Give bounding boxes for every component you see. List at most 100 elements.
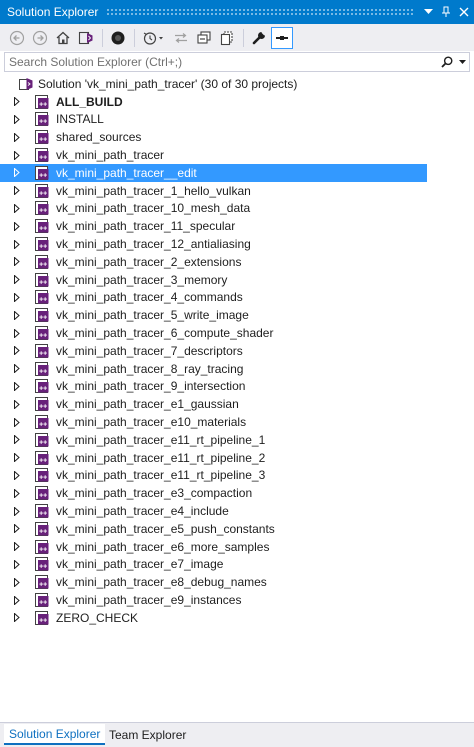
expand-arrow-icon[interactable] bbox=[12, 380, 22, 392]
properties-button[interactable] bbox=[248, 27, 270, 49]
project-node[interactable]: ++ vk_mini_path_tracer_e6_more_samples bbox=[0, 538, 474, 556]
project-node[interactable]: ++ vk_mini_path_tracer_e5_push_constants bbox=[0, 520, 474, 538]
home-button[interactable] bbox=[52, 27, 74, 49]
cpp-project-icon: ++ bbox=[34, 503, 50, 519]
project-node[interactable]: ++ vk_mini_path_tracer_e3_compaction bbox=[0, 484, 474, 502]
project-node[interactable]: ++ INSTALL bbox=[0, 111, 474, 129]
expand-arrow-icon[interactable] bbox=[12, 202, 22, 214]
expand-arrow-icon[interactable] bbox=[12, 291, 22, 303]
cpp-project-icon: ++ bbox=[34, 610, 50, 626]
project-node[interactable]: ++ vk_mini_path_tracer_e11_rt_pipeline_2 bbox=[0, 449, 474, 467]
expand-arrow-icon[interactable] bbox=[12, 256, 22, 268]
project-node[interactable]: ++ vk_mini_path_tracer_7_descriptors bbox=[0, 342, 474, 360]
expand-arrow-icon[interactable] bbox=[12, 113, 22, 125]
expand-arrow-icon[interactable] bbox=[12, 363, 22, 375]
preview-selected-button[interactable] bbox=[271, 26, 293, 49]
expand-arrow-icon[interactable] bbox=[12, 505, 22, 517]
back-button[interactable] bbox=[6, 27, 28, 49]
forward-button[interactable] bbox=[29, 27, 51, 49]
expand-arrow-icon[interactable] bbox=[12, 541, 22, 553]
show-all-files-button[interactable] bbox=[216, 27, 238, 49]
project-label: vk_mini_path_tracer_e5_push_constants bbox=[56, 521, 275, 536]
expand-arrow-icon[interactable] bbox=[12, 345, 22, 357]
project-list: ++ ALL_BUILD ++ INSTALL ++ shared_sources ++ vk… bbox=[0, 93, 474, 627]
expand-arrow-icon[interactable] bbox=[12, 167, 22, 179]
solution-icon bbox=[18, 76, 34, 92]
pin-button[interactable] bbox=[438, 4, 454, 20]
project-node[interactable]: ++ vk_mini_path_tracer_e4_include bbox=[0, 502, 474, 520]
sync-button[interactable] bbox=[170, 27, 192, 49]
expand-arrow-icon[interactable] bbox=[12, 469, 22, 481]
project-label: vk_mini_path_tracer bbox=[56, 148, 165, 163]
svg-text:++: ++ bbox=[39, 457, 47, 464]
project-node[interactable]: ++ vk_mini_path_tracer_e7_image bbox=[0, 556, 474, 574]
search-icon[interactable] bbox=[439, 53, 455, 71]
project-node[interactable]: ++ vk_mini_path_tracer bbox=[0, 146, 474, 164]
expand-arrow-icon[interactable] bbox=[12, 238, 22, 250]
expand-arrow-icon[interactable] bbox=[12, 131, 22, 143]
expand-arrow-icon[interactable] bbox=[12, 185, 22, 197]
expand-arrow-icon[interactable] bbox=[12, 149, 22, 161]
project-node[interactable]: ++ vk_mini_path_tracer_1_hello_vulkan bbox=[0, 182, 474, 200]
expand-arrow-icon[interactable] bbox=[12, 487, 22, 499]
svg-text:++: ++ bbox=[39, 511, 47, 518]
collapse-all-button[interactable] bbox=[193, 27, 215, 49]
cpp-project-icon: ++ bbox=[34, 111, 50, 127]
expand-arrow-icon[interactable] bbox=[12, 309, 22, 321]
tab-team-explorer[interactable]: Team Explorer bbox=[104, 724, 191, 745]
expand-arrow-icon[interactable] bbox=[12, 452, 22, 464]
expand-arrow-icon[interactable] bbox=[12, 576, 22, 588]
expand-arrow-icon[interactable] bbox=[12, 594, 22, 606]
project-node[interactable]: ++ vk_mini_path_tracer_e1_gaussian bbox=[0, 395, 474, 413]
project-node[interactable]: ++ vk_mini_path_tracer__edit bbox=[0, 163, 427, 182]
project-node[interactable]: ++ vk_mini_path_tracer_3_memory bbox=[0, 271, 474, 289]
pending-changes-filter-button[interactable] bbox=[107, 27, 129, 49]
project-label: vk_mini_path_tracer_e11_rt_pipeline_3 bbox=[56, 468, 266, 483]
project-node[interactable]: ++ vk_mini_path_tracer_8_ray_tracing bbox=[0, 360, 474, 378]
project-node[interactable]: ++ ALL_BUILD bbox=[0, 93, 474, 111]
switch-views-button[interactable] bbox=[75, 27, 97, 49]
project-node[interactable]: ++ vk_mini_path_tracer_e10_materials bbox=[0, 413, 474, 431]
history-button[interactable] bbox=[139, 27, 169, 49]
project-node[interactable]: ++ shared_sources bbox=[0, 128, 474, 146]
project-node[interactable]: ++ vk_mini_path_tracer_9_intersection bbox=[0, 378, 474, 396]
expand-arrow-icon[interactable] bbox=[12, 523, 22, 535]
cpp-project-icon: ++ bbox=[34, 325, 50, 341]
expand-arrow-icon[interactable] bbox=[12, 274, 22, 286]
expand-arrow-icon[interactable] bbox=[12, 434, 22, 446]
svg-text:++: ++ bbox=[39, 493, 47, 500]
tab-solution-explorer[interactable]: Solution Explorer bbox=[4, 724, 106, 745]
project-node[interactable]: ++ vk_mini_path_tracer_e8_debug_names bbox=[0, 573, 474, 591]
project-node[interactable]: ++ vk_mini_path_tracer_12_antialiasing bbox=[0, 235, 474, 253]
search-input[interactable] bbox=[5, 53, 439, 71]
expand-arrow-icon[interactable] bbox=[12, 558, 22, 570]
solution-tree: Solution 'vk_mini_path_tracer' (30 of 30… bbox=[0, 75, 474, 627]
expand-arrow-icon[interactable] bbox=[12, 398, 22, 410]
expand-arrow-icon[interactable] bbox=[12, 612, 22, 624]
expand-arrow-icon[interactable] bbox=[12, 96, 22, 108]
project-node[interactable]: ++ vk_mini_path_tracer_10_mesh_data bbox=[0, 200, 474, 218]
project-node[interactable]: ++ ZERO_CHECK bbox=[0, 609, 474, 627]
wrench-icon bbox=[252, 30, 266, 44]
project-node[interactable]: ++ vk_mini_path_tracer_6_compute_shader bbox=[0, 324, 474, 342]
project-node[interactable]: ++ vk_mini_path_tracer_e11_rt_pipeline_3 bbox=[0, 467, 474, 485]
window-titlebar[interactable]: Solution Explorer bbox=[0, 0, 474, 24]
project-node[interactable]: ++ vk_mini_path_tracer_4_commands bbox=[0, 289, 474, 307]
project-label: vk_mini_path_tracer_2_extensions bbox=[56, 254, 242, 269]
close-button[interactable] bbox=[456, 4, 472, 20]
pin-icon bbox=[442, 6, 450, 17]
expand-arrow-icon[interactable] bbox=[12, 327, 22, 339]
expand-arrow-icon[interactable] bbox=[12, 416, 22, 428]
search-options-dropdown[interactable] bbox=[455, 53, 469, 71]
project-node[interactable]: ++ vk_mini_path_tracer_e11_rt_pipeline_1 bbox=[0, 431, 474, 449]
project-node[interactable]: ++ vk_mini_path_tracer_5_write_image bbox=[0, 306, 474, 324]
project-node[interactable]: ++ vk_mini_path_tracer_e9_instances bbox=[0, 591, 474, 609]
titlebar-grip[interactable] bbox=[106, 8, 414, 16]
search-box[interactable] bbox=[4, 52, 470, 72]
project-node[interactable]: ++ vk_mini_path_tracer_2_extensions bbox=[0, 253, 474, 271]
solution-node[interactable]: Solution 'vk_mini_path_tracer' (30 of 30… bbox=[0, 75, 474, 93]
expand-arrow-icon[interactable] bbox=[12, 220, 22, 232]
project-node[interactable]: ++ vk_mini_path_tracer_11_specular bbox=[0, 217, 474, 235]
window-position-dropdown[interactable] bbox=[420, 4, 436, 20]
cpp-project-icon: ++ bbox=[34, 521, 50, 537]
